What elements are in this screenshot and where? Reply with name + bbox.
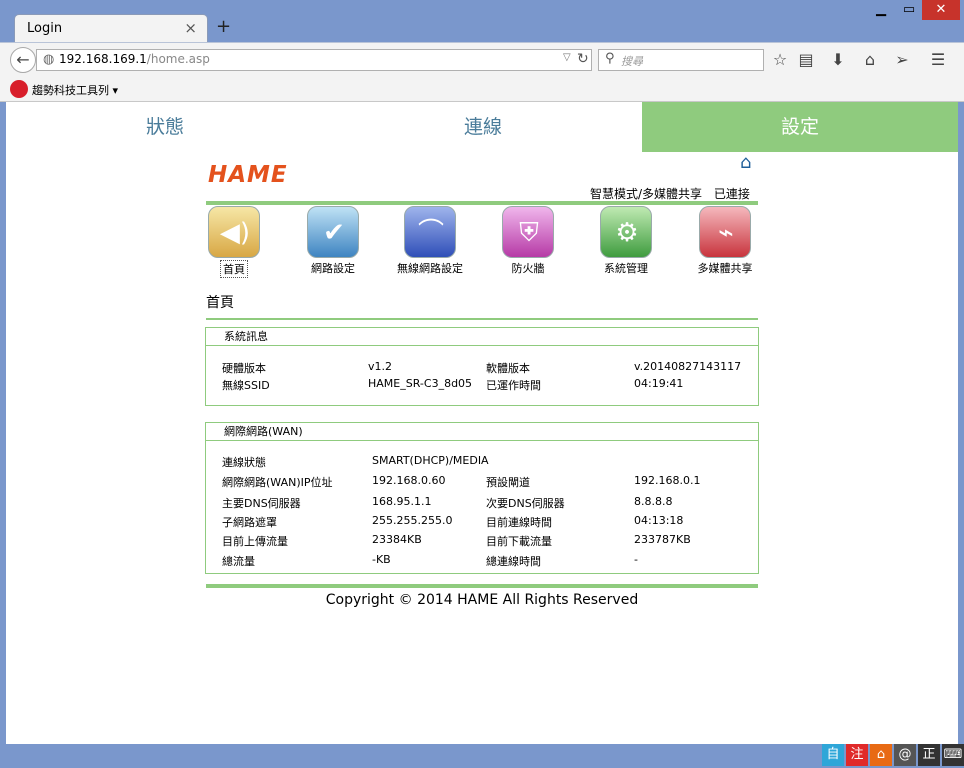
sw-value: v.20140827143117: [634, 360, 742, 373]
bookmarks-toolbar: 趨勢科技工具列 ▾: [0, 76, 964, 102]
hw-value: v1.2: [368, 360, 393, 373]
system-info-panel: 系統訊息 硬體版本 v1.2 軟體版本 v.20140827143117 無線S…: [205, 327, 759, 406]
globe-check-icon: ✔: [307, 206, 359, 258]
url-bar[interactable]: ◍ 192.168.169.1/home.asp ▽ ↻: [36, 49, 592, 71]
home-icon[interactable]: ⌂: [740, 152, 751, 173]
maximize-button[interactable]: ▭: [896, 0, 922, 20]
browser-navbar: ← ◍ 192.168.169.1/home.asp ▽ ↻ ⚲ 搜尋 ☆ ▤ …: [0, 42, 964, 76]
conn-value: SMART(DHCP)/MEDIA: [372, 454, 489, 467]
uptime-value: 04:19:41: [634, 377, 684, 390]
tab-settings[interactable]: 設定: [642, 102, 958, 152]
uptime-label: 已運作時間: [486, 379, 541, 392]
ime-icon-2[interactable]: 注: [846, 744, 868, 766]
title-divider: [206, 318, 758, 320]
download-icon[interactable]: ⬇: [826, 50, 850, 69]
dns2-value: 8.8.8.8: [634, 495, 673, 508]
back-button[interactable]: ←: [10, 47, 36, 73]
header-divider: [206, 201, 758, 205]
send-icon[interactable]: ➢: [890, 50, 914, 69]
up-value: 23384KB: [372, 533, 422, 546]
wan-panel: 網際網路(WAN) 連線狀態 SMART(DHCP)/MEDIA 網際網路(WA…: [205, 422, 759, 574]
wireless-icon: ⌒: [404, 206, 456, 258]
url-dropdown-icon[interactable]: ▽: [563, 52, 571, 63]
sw-label: 軟體版本: [486, 362, 530, 375]
toolbar-menu[interactable]: 趨勢科技工具列 ▾: [32, 82, 118, 98]
dns1-value: 168.95.1.1: [372, 495, 432, 508]
down-label: 目前下載流量: [486, 535, 552, 548]
connection-state: 已連接: [713, 187, 750, 201]
menu-wireless[interactable]: ⌒ 無線網路設定: [387, 206, 473, 276]
reload-icon[interactable]: ↻: [577, 51, 589, 67]
trend-micro-logo-icon: [10, 80, 28, 98]
search-icon: ⚲: [605, 51, 615, 66]
dns2-label: 次要DNS伺服器: [486, 497, 565, 510]
menu-network[interactable]: ✔ 網路設定: [290, 206, 376, 276]
wan-title: 網際網路(WAN): [206, 423, 758, 441]
total-value: -KB: [372, 553, 391, 566]
up-label: 目前上傳流量: [222, 535, 288, 548]
back-arrow-icon: ←: [16, 50, 30, 69]
ime-icon-3[interactable]: ⌂: [870, 744, 892, 766]
footer-divider: [206, 584, 758, 588]
globe-icon: ◍: [43, 52, 55, 67]
system-info-title: 系統訊息: [206, 328, 758, 346]
bookmark-star-icon[interactable]: ☆: [768, 50, 792, 69]
ssid-value: HAME_SR-C3_8d05: [368, 377, 473, 390]
ssid-label: 無線SSID: [222, 379, 270, 392]
search-placeholder: 搜尋: [621, 55, 643, 68]
menu-media[interactable]: ⌁ 多媒體共享: [682, 206, 768, 276]
minimize-button[interactable]: ▁: [868, 0, 894, 20]
reading-list-icon[interactable]: ▤: [794, 50, 818, 69]
ttime-label: 總連線時間: [486, 555, 541, 568]
tab-status[interactable]: 狀態: [6, 102, 324, 152]
ctime-label: 目前連線時間: [486, 516, 552, 529]
search-box[interactable]: ⚲ 搜尋: [598, 49, 764, 71]
mode-status: 智慧模式/多媒體共享 已連接: [590, 185, 750, 202]
tab-connection[interactable]: 連線: [324, 102, 642, 152]
ime-icon-4[interactable]: @: [894, 744, 916, 766]
gw-value: 192.168.0.1: [634, 474, 701, 487]
total-label: 總流量: [222, 555, 255, 568]
gear-lock-icon: ⚙: [600, 206, 652, 258]
copyright: Copyright © 2014 HAME All Rights Reserve…: [325, 592, 639, 608]
usb-drive-icon: ⌁: [699, 206, 751, 258]
ctime-value: 04:13:18: [634, 514, 684, 527]
tab-close-icon[interactable]: ×: [184, 19, 197, 37]
url-text: 192.168.169.1/home.asp: [59, 52, 210, 66]
hame-logo: HAME: [208, 162, 288, 188]
menu-system[interactable]: ⚙ 系統管理: [583, 206, 669, 276]
menu-firewall[interactable]: ⛨ 防火牆: [485, 206, 571, 276]
conn-label: 連線狀態: [222, 456, 266, 469]
gw-label: 預設閘道: [486, 476, 530, 489]
shield-icon: ⛨: [502, 206, 554, 258]
ime-icon-6[interactable]: ⌨: [942, 744, 964, 766]
top-nav: 狀態 連線 設定: [6, 102, 958, 152]
ime-icon-5[interactable]: 正: [918, 744, 940, 766]
page-content: 狀態 連線 設定 HAME ⌂ 智慧模式/多媒體共享 已連接 ◀) 首頁 ✔ 網…: [6, 102, 958, 744]
down-value: 233787KB: [634, 533, 691, 546]
mode-label: 智慧模式/多媒體共享: [590, 187, 703, 201]
home-sound-icon: ◀): [208, 206, 260, 258]
close-window-button[interactable]: ✕: [922, 0, 960, 20]
menu-home[interactable]: ◀) 首頁: [191, 206, 277, 278]
mask-value: 255.255.255.0: [372, 514, 453, 527]
dns1-label: 主要DNS伺服器: [222, 497, 301, 510]
hw-label: 硬體版本: [222, 362, 266, 375]
home-browser-icon[interactable]: ⌂: [858, 50, 882, 69]
ip-label: 網際網路(WAN)IP位址: [222, 476, 333, 489]
new-tab-button[interactable]: +: [216, 16, 231, 37]
page-title: 首頁: [206, 295, 234, 311]
menu-hamburger-icon[interactable]: ☰: [926, 50, 950, 69]
ip-value: 192.168.0.60: [372, 474, 446, 487]
ime-icon-1[interactable]: 自: [822, 744, 844, 766]
browser-tab[interactable]: Login ×: [14, 14, 208, 44]
mask-label: 子網路遮罩: [222, 516, 277, 529]
ttime-value: -: [634, 553, 638, 566]
tab-title: Login: [27, 21, 63, 36]
